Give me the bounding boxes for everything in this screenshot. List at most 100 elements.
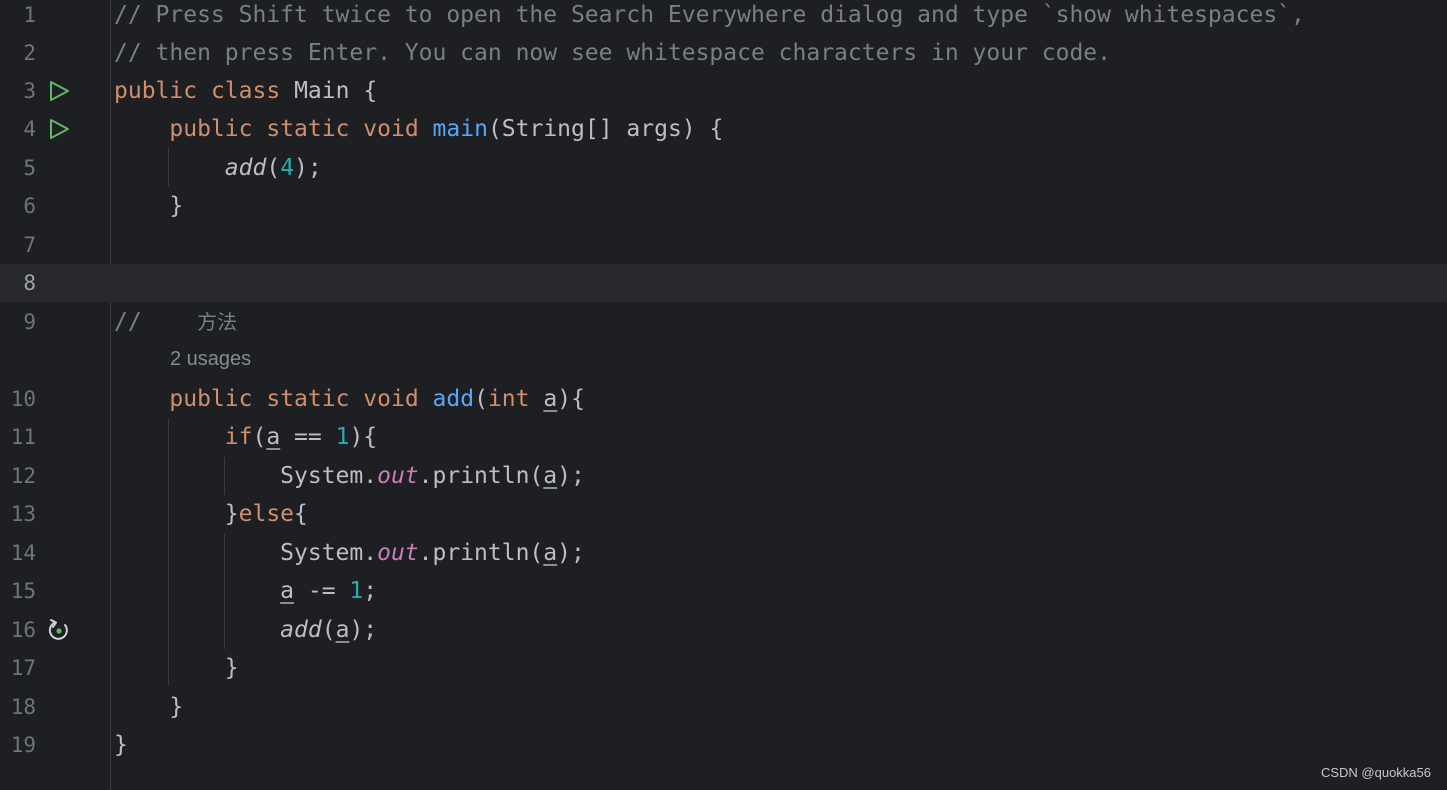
- code-line-14[interactable]: 14 System.out.println(a);: [0, 534, 1447, 572]
- code-text: public class Main {: [114, 72, 377, 110]
- watermark: CSDN @quokka56: [1320, 765, 1431, 780]
- number-literal: 1: [349, 578, 364, 604]
- line-number: 19: [10, 733, 36, 757]
- static-field: out: [377, 540, 419, 566]
- method-call: .println(: [418, 463, 544, 489]
- parameter: a: [543, 540, 558, 566]
- keyword: public: [169, 386, 253, 412]
- line-number: 2: [23, 41, 36, 65]
- parameter: a: [266, 424, 281, 450]
- line-number: 14: [10, 541, 36, 565]
- line-number: 11: [10, 425, 36, 449]
- line-number: 6: [23, 194, 36, 218]
- code-line-6[interactable]: 6 }: [0, 187, 1447, 225]
- line-number: 5: [23, 156, 36, 180]
- class-ref: System.: [280, 463, 378, 489]
- comment-marker: //: [114, 309, 142, 335]
- code-line-18[interactable]: 18 }: [0, 688, 1447, 726]
- parameter: a: [335, 617, 350, 643]
- paren: );: [557, 540, 585, 566]
- code-line-17[interactable]: 17 }: [0, 649, 1447, 687]
- keyword: public: [114, 78, 198, 104]
- static-field: out: [377, 463, 419, 489]
- paren: );: [557, 463, 585, 489]
- code-line-7[interactable]: 7: [0, 226, 1447, 264]
- code-line-16[interactable]: 16 add(a);: [0, 611, 1447, 649]
- operator: ==: [280, 424, 336, 450]
- code-line-8-current[interactable]: 8: [0, 264, 1447, 302]
- class-name: Main: [294, 78, 350, 104]
- method-call: .println(: [418, 540, 544, 566]
- line-number: 4: [23, 117, 36, 141]
- comment: // Press Shift twice to open the Search …: [114, 2, 1305, 28]
- code-text: }else{: [114, 495, 308, 533]
- brace: }: [114, 732, 128, 758]
- code-text: System.out.println(a);: [114, 534, 585, 572]
- recursive-call-icon[interactable]: [46, 618, 72, 642]
- paren: (: [252, 424, 267, 450]
- paren: ){: [557, 386, 585, 412]
- line-number: 15: [10, 579, 36, 603]
- operator: -=: [294, 578, 350, 604]
- paren: (: [266, 155, 281, 181]
- parameters: (String[] args): [487, 116, 696, 142]
- code-text: public static void add(int a){: [114, 380, 585, 418]
- line-number: 10: [10, 387, 36, 411]
- code-line-9[interactable]: 9 // 方法: [0, 303, 1447, 341]
- code-text: }: [114, 187, 183, 225]
- keyword: if: [224, 424, 253, 450]
- paren: );: [294, 155, 322, 181]
- number-literal: 4: [280, 155, 295, 181]
- code-line-11[interactable]: 11 if(a == 1){: [0, 418, 1447, 456]
- run-icon[interactable]: [46, 79, 72, 103]
- code-text: }: [114, 688, 183, 726]
- method-name: add: [432, 386, 475, 412]
- code-line-3[interactable]: 3 public class Main {: [0, 72, 1447, 110]
- method-call: add: [224, 155, 267, 181]
- code-text: add(a);: [114, 611, 377, 649]
- line-number: 7: [23, 233, 36, 257]
- keyword: else: [238, 501, 295, 527]
- comment-text: 方法: [197, 310, 238, 334]
- code-text: add(4);: [114, 149, 322, 187]
- code-line-19[interactable]: 19 }: [0, 726, 1447, 764]
- run-icon[interactable]: [46, 117, 72, 141]
- method-name: main: [432, 116, 488, 142]
- number-literal: 1: [335, 424, 350, 450]
- usages-inlay-hint[interactable]: 2 usages: [170, 348, 251, 371]
- line-number: 12: [10, 464, 36, 488]
- code-text: public static void main(String[] args) {: [114, 110, 723, 148]
- code-editor[interactable]: 1 // Press Shift twice to open the Searc…: [0, 0, 1447, 790]
- code-text: a -= 1;: [114, 572, 377, 610]
- paren: );: [349, 617, 378, 643]
- line-number: 16: [10, 618, 36, 642]
- line-number: 1: [23, 3, 36, 27]
- comment: // 方法: [114, 303, 237, 341]
- keyword: static: [266, 116, 350, 142]
- paren: (: [474, 386, 488, 412]
- line-number: 17: [10, 656, 36, 680]
- parameter: a: [543, 386, 558, 412]
- code-line-1[interactable]: 1 // Press Shift twice to open the Searc…: [0, 0, 1447, 34]
- keyword: public: [169, 116, 253, 142]
- code-line-5[interactable]: 5 add(4);: [0, 149, 1447, 187]
- brace: }: [169, 694, 184, 720]
- parameter: a: [280, 578, 295, 604]
- keyword: void: [363, 116, 419, 142]
- keyword: class: [210, 78, 281, 104]
- brace: {: [709, 116, 724, 142]
- code-line-13[interactable]: 13 }else{: [0, 495, 1447, 533]
- code-line-10[interactable]: 10 public static void add(int a){: [0, 380, 1447, 418]
- code-text: if(a == 1){: [114, 418, 377, 456]
- line-number: 8: [23, 271, 36, 295]
- code-line-2[interactable]: 2 // then press Enter. You can now see w…: [0, 34, 1447, 72]
- line-number: 18: [10, 695, 36, 719]
- brace: {: [363, 78, 378, 104]
- brace: }: [169, 193, 184, 219]
- method-call: add: [280, 617, 322, 643]
- code-line-12[interactable]: 12 System.out.println(a);: [0, 457, 1447, 495]
- code-line-4[interactable]: 4 public static void main(String[] args)…: [0, 110, 1447, 148]
- keyword: static: [266, 386, 350, 412]
- code-line-15[interactable]: 15 a -= 1;: [0, 572, 1447, 610]
- keyword: void: [363, 386, 419, 412]
